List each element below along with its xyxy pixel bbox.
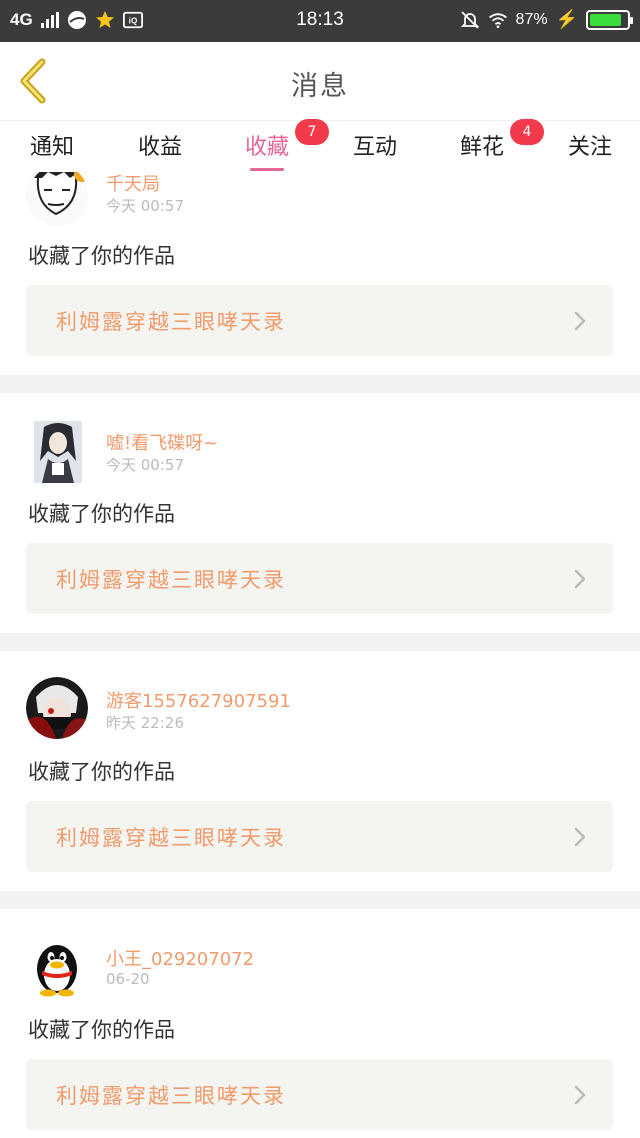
tab-bar: 通知 收益 收藏 7 互动 鲜花 4 关注 [0, 119, 640, 173]
header: 消息 [0, 42, 640, 120]
work-title: 利姆露穿越三眼哮天录 [56, 310, 286, 334]
battery-percent: 87% [515, 10, 548, 28]
work-title: 利姆露穿越三眼哮天录 [56, 568, 286, 592]
chevron-right-icon [574, 311, 586, 331]
chevron-right-icon [574, 1085, 586, 1105]
tab-label: 通知 [29, 135, 74, 160]
tab-label: 鲜花 [459, 135, 504, 160]
action-text: 收藏了你的作品 [28, 244, 175, 268]
mute-icon [460, 10, 480, 30]
sketch-face-avatar[interactable] [26, 172, 88, 226]
work-link-box[interactable]: 利姆露穿越三眼哮天录 [26, 801, 613, 872]
action-text: 收藏了你的作品 [28, 760, 175, 784]
work-title: 利姆露穿越三眼哮天录 [56, 1084, 286, 1108]
user-name[interactable]: 游客1557627907591 [106, 687, 291, 713]
active-tab-indicator [250, 168, 284, 171]
card-divider [0, 633, 640, 651]
tab-notifications[interactable]: 通知 [26, 129, 78, 173]
wifi-icon [488, 10, 508, 30]
user-name[interactable]: 嘘!看飞碟呀~ [106, 429, 218, 455]
tab-follows[interactable]: 关注 [564, 129, 616, 173]
tab-label: 互动 [352, 135, 397, 160]
notification-card: 千天局 今天 00:57 收藏了你的作品 利姆露穿越三眼哮天录 [0, 172, 640, 375]
tab-label: 收益 [137, 135, 182, 160]
card-divider [0, 375, 640, 393]
work-link-box[interactable]: 利姆露穿越三眼哮天录 [26, 1059, 613, 1130]
action-text: 收藏了你的作品 [28, 502, 175, 526]
timestamp: 今天 00:57 [106, 456, 184, 474]
status-bar: 4G iQ 18:13 87% ⚡ [0, 0, 640, 42]
tab-flowers[interactable]: 鲜花 4 [456, 119, 544, 173]
status-right: 87% ⚡ [460, 9, 633, 30]
anime-girl-avatar[interactable] [34, 421, 82, 483]
work-link-box[interactable]: 利姆露穿越三眼哮天录 [26, 543, 613, 614]
page-title: 消息 [291, 71, 349, 102]
work-link-box[interactable]: 利姆露穿越三眼哮天录 [26, 285, 613, 356]
notification-card: 小王_029207072 06-20 收藏了你的作品 利姆露穿越三眼哮天录 [0, 909, 640, 1138]
charging-icon: ⚡ [555, 9, 578, 29]
timestamp: 06-20 [106, 970, 150, 988]
battery-icon [586, 9, 633, 30]
battery-fill [590, 13, 622, 26]
work-title: 利姆露穿越三眼哮天录 [56, 826, 286, 850]
favorites-count-badge: 7 [295, 119, 329, 145]
tab-favorites[interactable]: 收藏 7 [241, 119, 329, 173]
user-name[interactable]: 千天局 [106, 172, 160, 196]
tab-label: 收藏 [244, 135, 289, 160]
timestamp: 今天 00:57 [106, 197, 184, 215]
chevron-right-icon [574, 827, 586, 847]
qq-penguin-avatar[interactable] [26, 935, 88, 997]
tokyo-ghoul-avatar[interactable] [26, 677, 88, 739]
chevron-right-icon [574, 569, 586, 589]
tab-interactions[interactable]: 互动 [349, 129, 401, 173]
notification-feed[interactable]: 千天局 今天 00:57 收藏了你的作品 利姆露穿越三眼哮天录 嘘!看飞碟呀~ … [0, 172, 640, 1138]
tab-earnings[interactable]: 收益 [134, 129, 186, 173]
user-name[interactable]: 小王_029207072 [106, 945, 254, 971]
notification-card: 游客1557627907591 昨天 22:26 收藏了你的作品 利姆露穿越三眼… [0, 651, 640, 891]
tab-label: 关注 [567, 135, 612, 160]
timestamp: 昨天 22:26 [106, 714, 184, 732]
flowers-count-badge: 4 [510, 119, 544, 145]
notification-card: 嘘!看飞碟呀~ 今天 00:57 收藏了你的作品 利姆露穿越三眼哮天录 [0, 393, 640, 633]
action-text: 收藏了你的作品 [28, 1018, 175, 1042]
card-divider [0, 891, 640, 909]
